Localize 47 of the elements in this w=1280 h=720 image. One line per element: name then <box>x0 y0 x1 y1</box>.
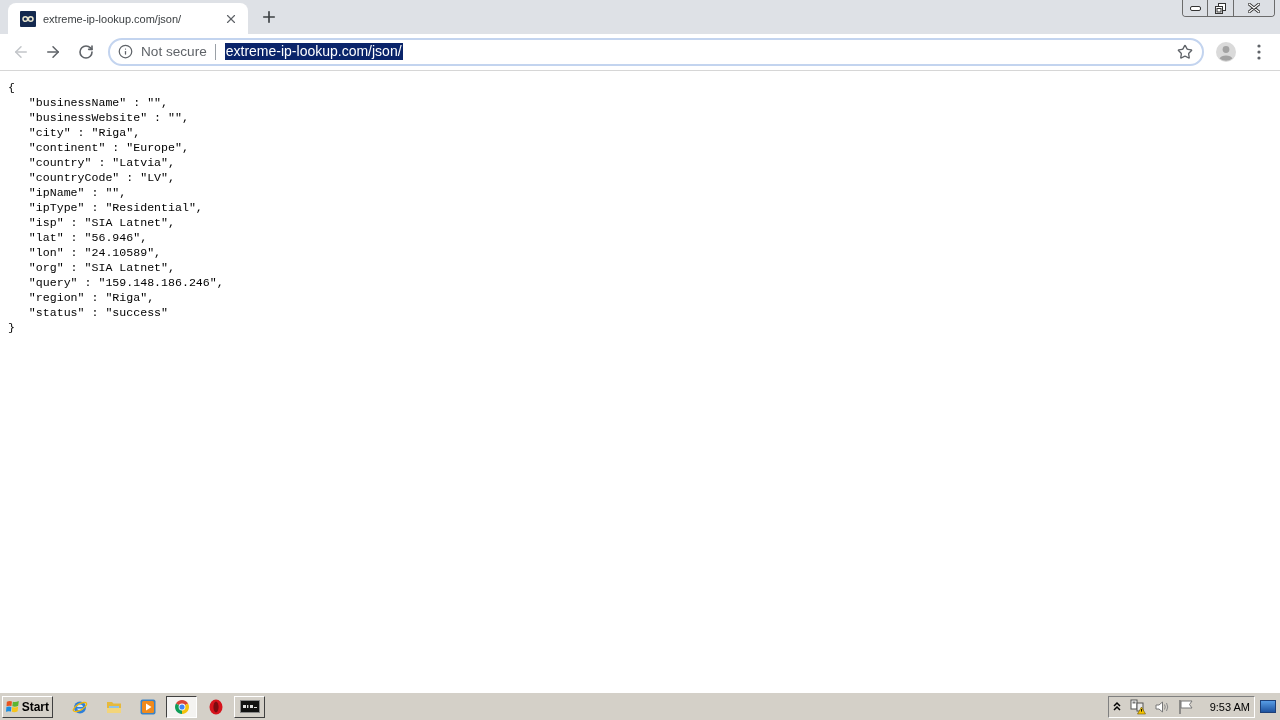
taskbar-button[interactable] <box>166 695 197 718</box>
json-line: } <box>8 320 15 335</box>
chevron-up-icon[interactable] <box>1111 700 1122 713</box>
json-line: "countryCode" : "LV", <box>27 170 175 185</box>
minimize-icon <box>1189 5 1201 11</box>
security-label[interactable]: Not secure <box>141 43 207 60</box>
circle-logo-icon <box>173 698 190 715</box>
plus-icon <box>260 8 278 26</box>
address-bar[interactable]: Not secure extreme-ip-lookup.com/json/ <box>108 37 1204 66</box>
flag-logo-icon <box>6 699 20 714</box>
flag-icon[interactable] <box>1177 698 1194 715</box>
reload-icon <box>78 43 94 60</box>
desktop-icon <box>1260 700 1276 713</box>
network-warning-icon[interactable] <box>1129 698 1146 715</box>
clock: 9:53 AM <box>1209 700 1250 713</box>
json-line: "businessWebsite" : "", <box>27 110 189 125</box>
close-icon <box>1248 3 1260 13</box>
json-line: "businessName" : "", <box>27 95 168 110</box>
json-line: "lat" : "56.946", <box>27 230 148 245</box>
restore-icon <box>1215 2 1226 14</box>
star-icon <box>1177 43 1193 60</box>
speaker-icon[interactable] <box>1153 698 1170 715</box>
json-line: "query" : "159.148.186.246", <box>27 275 224 290</box>
terminal-icon <box>239 700 260 713</box>
json-line: "org" : "SIA Latnet", <box>27 260 175 275</box>
json-line: "city" : "Riga", <box>27 125 141 140</box>
avatar-icon <box>1216 41 1236 62</box>
json-line: "ipName" : "", <box>27 185 127 200</box>
json-line: "status" : "success" <box>27 305 168 320</box>
browser-tab[interactable]: extreme-ip-lookup.com/json/ <box>8 3 248 34</box>
new-tab-button[interactable] <box>260 8 278 26</box>
json-line: "country" : "Latvia", <box>27 155 175 170</box>
loop-logo-icon <box>20 10 36 27</box>
close-button[interactable] <box>1233 0 1274 16</box>
json-line: "isp" : "SIA Latnet", <box>27 215 175 230</box>
json-line: "region" : "Riga", <box>27 290 155 305</box>
json-line: "lon" : "24.10589", <box>27 245 162 260</box>
json-line: { <box>8 80 15 95</box>
start-button[interactable]: Start <box>2 695 53 718</box>
play-icon <box>139 698 156 715</box>
info-icon[interactable] <box>118 44 133 59</box>
bookmark-button[interactable] <box>1176 42 1194 61</box>
json-line: "continent" : "Europe", <box>27 140 189 155</box>
ring-logo-icon <box>208 698 223 715</box>
url-text[interactable]: extreme-ip-lookup.com/json/ <box>224 43 403 60</box>
kebab-menu-icon <box>1257 43 1261 60</box>
json-line: "ipType" : "Residential", <box>27 200 203 215</box>
